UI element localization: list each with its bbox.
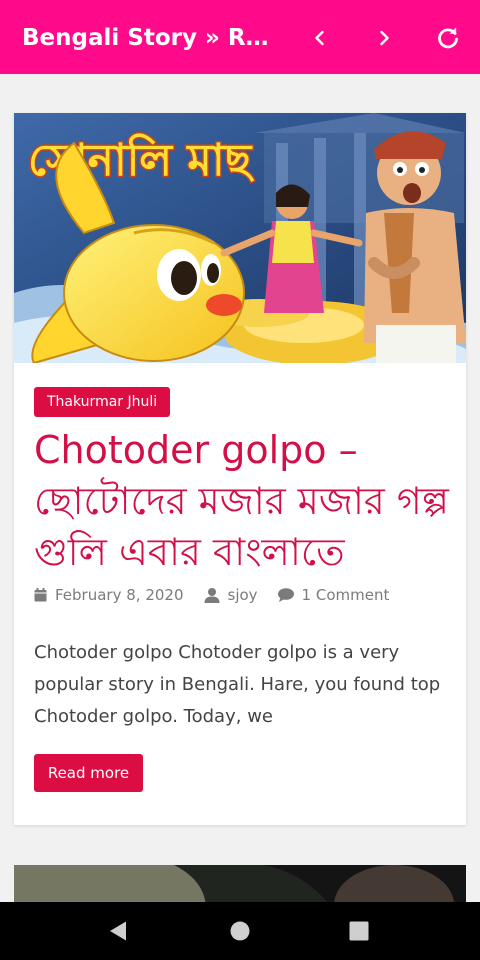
recents-square-icon	[349, 921, 369, 941]
system-home-button[interactable]	[225, 916, 255, 946]
post-date[interactable]: February 8, 2020	[34, 586, 184, 604]
chevron-left-icon	[315, 30, 324, 46]
app-screen: Bengali Story » Rea...	[0, 0, 480, 960]
post-card: সোনালি মাছ Thakurmar Jhuli Chotoder golp…	[14, 113, 466, 825]
post-meta: February 8, 2020 sjoy 1 Comment	[34, 583, 389, 607]
home-circle-icon	[230, 921, 250, 941]
post-comments[interactable]: 1 Comment	[277, 586, 390, 604]
back-triangle-icon	[110, 921, 126, 941]
chevron-right-icon	[380, 30, 389, 46]
read-more-button[interactable]: Read more	[34, 754, 143, 792]
post-date-text: February 8, 2020	[55, 586, 184, 604]
post-thumbnail[interactable]: সোনালি মাছ	[14, 113, 466, 363]
golden-fish-illustration: সোনালি মাছ	[14, 113, 466, 363]
system-back-button[interactable]	[103, 916, 133, 946]
web-content[interactable]: সোনালি মাছ Thakurmar Jhuli Chotoder golp…	[0, 74, 480, 902]
post-author-text: sjoy	[227, 586, 258, 604]
next-post-thumbnail[interactable]	[14, 865, 466, 902]
refresh-button[interactable]	[428, 18, 468, 58]
system-recents-button[interactable]	[344, 916, 374, 946]
calendar-icon	[34, 588, 47, 602]
post-excerpt: Chotoder golpo Chotoder golpo is a very …	[34, 642, 441, 727]
user-icon	[204, 587, 220, 603]
post-author[interactable]: sjoy	[204, 586, 258, 604]
app-bar: Bengali Story » Rea...	[0, 0, 480, 74]
next-post-image	[14, 865, 466, 902]
page-title: Bengali Story » Rea...	[22, 25, 274, 51]
forward-button[interactable]	[364, 18, 404, 58]
category-badge[interactable]: Thakurmar Jhuli	[34, 387, 171, 417]
back-button[interactable]	[300, 18, 340, 58]
post-comments-text: 1 Comment	[301, 586, 390, 604]
comment-icon	[277, 588, 294, 602]
post-title[interactable]: Chotoder golpo – ছোটোদের মজার মজার গল্প …	[34, 425, 454, 578]
system-navigation-bar	[0, 902, 480, 960]
refresh-icon	[438, 27, 458, 49]
